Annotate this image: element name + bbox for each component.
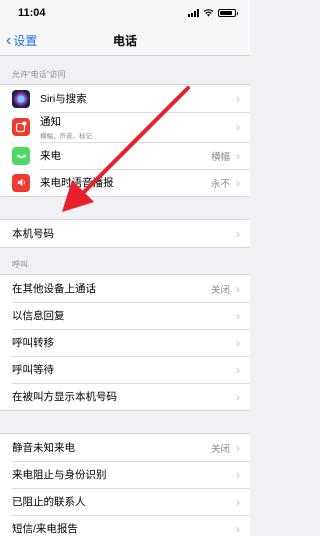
chevron-right-icon: › bbox=[236, 281, 240, 296]
status-bar: 11:04 bbox=[0, 0, 250, 26]
calls-group: 在其他设备上通话 关闭 › 以信息回复 › 呼叫转移 › 呼叫等待 › 在被叫方… bbox=[0, 274, 250, 411]
chevron-right-icon: › bbox=[236, 308, 240, 323]
cellular-signal-icon bbox=[188, 9, 199, 17]
notification-icon bbox=[12, 118, 30, 136]
silence-unknown-callers-label: 静音未知来电 bbox=[12, 442, 75, 454]
chevron-right-icon: › bbox=[236, 494, 240, 509]
chevron-right-icon: › bbox=[236, 467, 240, 482]
incoming-call-value: 横幅 bbox=[210, 151, 230, 163]
call-blocking-row[interactable]: 来电阻止与身份识别 › bbox=[0, 461, 250, 488]
blocked-contacts-row[interactable]: 已阻止的联系人 › bbox=[0, 488, 250, 515]
silence-group: 静音未知来电 关闭 › 来电阻止与身份识别 › 已阻止的联系人 › 短信/来电报… bbox=[0, 433, 250, 536]
show-caller-id-row[interactable]: 在被叫方显示本机号码 › bbox=[0, 383, 250, 410]
siri-icon bbox=[12, 89, 30, 108]
chevron-left-icon: ‹ bbox=[6, 31, 12, 49]
call-blocking-label: 来电阻止与身份识别 bbox=[12, 469, 107, 481]
speaker-icon bbox=[12, 173, 30, 192]
calls-other-devices-label: 在其他设备上通话 bbox=[12, 283, 96, 295]
status-time: 11:04 bbox=[18, 7, 46, 19]
chevron-right-icon: › bbox=[236, 335, 240, 350]
sms-call-reporting-label: 短信/来电报告 bbox=[12, 523, 78, 535]
respond-with-text-label: 以信息回复 bbox=[12, 310, 65, 322]
section-header-allow: 允许“电话”访问 bbox=[12, 70, 66, 79]
silence-unknown-callers-row[interactable]: 静音未知来电 关闭 › bbox=[0, 434, 250, 461]
call-forwarding-label: 呼叫转移 bbox=[12, 337, 54, 349]
chevron-right-icon: › bbox=[236, 389, 240, 404]
wifi-icon bbox=[203, 9, 214, 17]
chevron-right-icon: › bbox=[236, 362, 240, 377]
show-caller-id-label: 在被叫方显示本机号码 bbox=[12, 391, 117, 403]
allow-access-group: Siri与搜索 › 通知 横幅，声音，标记 › 来电 横幅 › 来电时语音播报 … bbox=[0, 84, 250, 197]
siri-search-row[interactable]: Siri与搜索 › bbox=[0, 85, 250, 112]
chevron-right-icon: › bbox=[236, 148, 240, 163]
chevron-right-icon: › bbox=[236, 521, 240, 536]
announce-calls-row[interactable]: 来电时语音播报 永不 › bbox=[0, 169, 250, 196]
calls-other-devices-row[interactable]: 在其他设备上通话 关闭 › bbox=[0, 275, 250, 302]
call-waiting-label: 呼叫等待 bbox=[12, 364, 54, 376]
chevron-right-icon: › bbox=[236, 175, 240, 190]
my-number-row[interactable]: 本机号码 › bbox=[0, 220, 250, 247]
battery-icon bbox=[218, 9, 238, 17]
siri-search-label: Siri与搜索 bbox=[40, 93, 87, 105]
page-title: 电话 bbox=[112, 34, 137, 48]
section-header-calls: 呼叫 bbox=[12, 260, 28, 269]
respond-with-text-row[interactable]: 以信息回复 › bbox=[0, 302, 250, 329]
call-waiting-row[interactable]: 呼叫等待 › bbox=[0, 356, 250, 383]
my-number-label: 本机号码 bbox=[12, 228, 54, 240]
my-number-group: 本机号码 › bbox=[0, 219, 250, 248]
call-forwarding-row[interactable]: 呼叫转移 › bbox=[0, 329, 250, 356]
phone-icon bbox=[12, 146, 30, 165]
chevron-right-icon: › bbox=[236, 226, 240, 241]
status-icons bbox=[188, 9, 238, 17]
silence-unknown-callers-value: 关闭 bbox=[210, 443, 230, 455]
chevron-right-icon: › bbox=[236, 440, 240, 455]
chevron-right-icon: › bbox=[236, 91, 240, 106]
notifications-label: 通知 bbox=[40, 116, 61, 128]
back-button[interactable]: ‹ 设置 bbox=[6, 32, 37, 49]
notifications-sublabel: 横幅，声音，标记 bbox=[40, 133, 92, 140]
announce-calls-value: 永不 bbox=[210, 178, 230, 190]
incoming-call-row[interactable]: 来电 横幅 › bbox=[0, 142, 250, 169]
calls-other-devices-value: 关闭 bbox=[210, 284, 230, 296]
back-label: 设置 bbox=[13, 34, 38, 48]
incoming-call-label: 来电 bbox=[40, 150, 61, 162]
navigation-bar: ‹ 设置 电话 bbox=[0, 26, 250, 56]
blocked-contacts-label: 已阻止的联系人 bbox=[12, 496, 86, 508]
notifications-row[interactable]: 通知 横幅，声音，标记 › bbox=[0, 112, 250, 142]
announce-calls-label: 来电时语音播报 bbox=[40, 177, 114, 189]
sms-call-reporting-row[interactable]: 短信/来电报告 › bbox=[0, 515, 250, 536]
chevron-right-icon: › bbox=[236, 120, 240, 134]
